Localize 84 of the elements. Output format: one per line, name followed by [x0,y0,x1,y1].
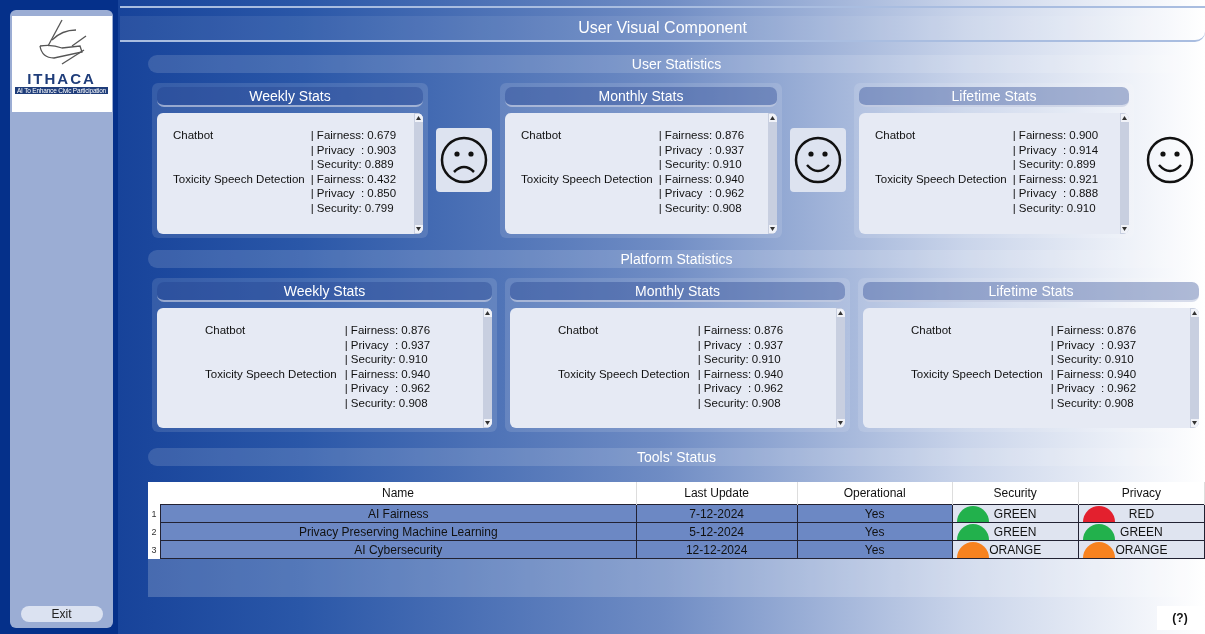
metric-value: | Privacy : 0.962 [697,381,784,396]
metric-value: | Privacy : 0.914 [1012,142,1099,157]
metric-value: | Fairness: 0.940 [697,366,784,381]
scrollbar[interactable] [768,113,777,234]
metric-value: | Security: 0.908 [344,395,429,410]
scroll-up-icon[interactable] [770,116,775,120]
scrollbar[interactable] [414,113,423,234]
status-label: GREEN [993,506,1037,521]
panel-title: Weekly Stats [157,87,423,107]
metric-value: | Privacy : 0.937 [658,142,745,157]
scrollbar[interactable] [1120,113,1129,234]
metric-value: | Security: 0.910 [344,352,429,367]
model-name: Chatbot [875,128,917,143]
status-label: ORANGE [1115,542,1168,557]
metric-value: | Security: 0.910 [658,157,743,172]
table-cell: Yes [797,504,953,523]
metric-value: | Security: 0.908 [658,200,743,215]
metric-value: | Privacy : 0.962 [1050,381,1137,396]
metric-value: | Security: 0.799 [310,200,395,215]
model-name: Toxicity Speech Detection [521,171,653,186]
model-name: Toxicity Speech Detection [911,366,1043,381]
panel-title: Weekly Stats [157,282,492,302]
status-label: RED [1128,506,1155,521]
metric-value: | Privacy : 0.962 [658,186,745,201]
metric-value: | Fairness: 0.921 [1012,171,1099,186]
model-name: Chatbot [205,323,247,338]
page-title: User Visual Component [120,16,1205,42]
scrollbar[interactable] [483,308,492,428]
model-name: Toxicity Speech Detection [205,366,337,381]
scrollbar[interactable] [836,308,845,428]
metric-value: | Privacy : 0.850 [310,186,397,201]
metric-value: | Fairness: 0.432 [310,171,397,186]
scroll-down-icon[interactable] [1122,227,1127,231]
metric-value: | Fairness: 0.900 [1012,128,1099,143]
model-name: Chatbot [558,323,600,338]
status-label: GREEN [993,524,1037,539]
model-name: Chatbot [911,323,953,338]
metric-value: | Fairness: 0.940 [658,171,745,186]
metric-value: | Privacy : 0.937 [344,337,431,352]
metric-value: | Privacy : 0.937 [697,337,784,352]
exit-button[interactable]: Exit [20,606,103,622]
panel-title: Monthly Stats [510,282,845,302]
model-name: Toxicity Speech Detection [558,366,690,381]
metric-value: | Fairness: 0.876 [658,128,745,143]
metric-value: | Privacy : 0.937 [1050,337,1137,352]
table-cell: AI Fairness [160,504,637,523]
metric-value: | Fairness: 0.679 [310,128,397,143]
panel-title: Lifetime Stats [863,282,1199,302]
metric-value: | Fairness: 0.940 [1050,366,1137,381]
scroll-up-icon[interactable] [1122,116,1127,120]
scroll-down-icon[interactable] [838,421,843,425]
model-name: Toxicity Speech Detection [875,171,1007,186]
scroll-down-icon[interactable] [770,227,775,231]
metric-value: | Security: 0.910 [1050,352,1135,367]
status-label: GREEN [1120,524,1163,539]
metric-value: | Fairness: 0.876 [697,323,784,338]
panel-title: Monthly Stats [505,87,777,107]
metric-value: | Fairness: 0.876 [1050,323,1137,338]
metric-value: | Security: 0.908 [1050,395,1135,410]
metric-value: | Privacy : 0.962 [344,381,431,396]
model-name: Chatbot [173,128,215,143]
metric-value: | Privacy : 0.888 [1012,186,1099,201]
metric-value: | Privacy : 0.903 [310,142,397,157]
scroll-up-icon[interactable] [838,311,843,315]
scroll-up-icon[interactable] [485,311,490,315]
scroll-down-icon[interactable] [485,421,490,425]
scrollbar[interactable] [1190,308,1199,428]
scroll-down-icon[interactable] [1192,421,1197,425]
metric-value: | Fairness: 0.876 [344,323,431,338]
status-label: ORANGE [989,542,1042,557]
panel-title: Lifetime Stats [859,87,1129,107]
metric-value: | Security: 0.899 [1012,157,1097,172]
scroll-down-icon[interactable] [416,227,421,231]
scroll-up-icon[interactable] [1192,311,1197,315]
model-name: Toxicity Speech Detection [173,171,305,186]
metric-value: | Security: 0.889 [310,157,395,172]
metric-value: | Security: 0.910 [697,352,782,367]
scroll-up-icon[interactable] [416,116,421,120]
logo-name: ITHACA [27,70,96,87]
metric-value: | Security: 0.908 [697,395,782,410]
metric-value: | Security: 0.910 [1012,200,1097,215]
table-cell: 7-12-2024 [636,504,798,523]
metric-value: | Fairness: 0.940 [344,366,431,381]
model-name: Chatbot [521,128,563,143]
